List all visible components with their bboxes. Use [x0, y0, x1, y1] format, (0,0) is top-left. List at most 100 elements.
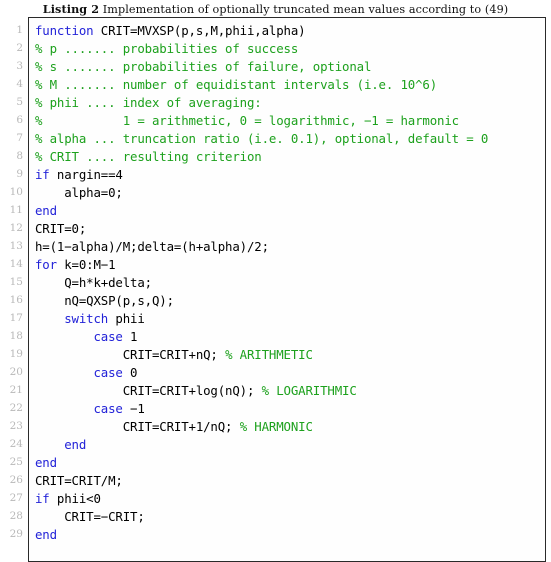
line-number: 20 [9, 366, 23, 378]
code-keyword: end [64, 437, 87, 452]
line-number: 12 [9, 222, 23, 234]
line-number: 22 [9, 402, 23, 414]
code-line: % s ....... probabilities of failure, op… [35, 58, 545, 76]
code-comment: % phii .... index of averaging: [35, 95, 262, 110]
code-keyword: function [35, 23, 94, 38]
line-number: 3 [16, 60, 23, 72]
code-comment: % alpha ... truncation ratio (i.e. 0.1),… [35, 131, 489, 146]
code-text: h=(1−alpha)/M;delta=(h+alpha)/2; [35, 239, 269, 254]
code-comment: % ARITHMETIC [225, 347, 313, 362]
code-text: −1 [122, 401, 145, 416]
code-line: end [35, 526, 545, 544]
code-text: Q=h*k+delta; [35, 275, 152, 290]
code-keyword: end [35, 203, 57, 218]
code-text: CRIT=CRIT+1/nQ; [35, 419, 240, 434]
code-comment: % s ....... probabilities of failure, op… [35, 59, 372, 74]
code-line: % alpha ... truncation ratio (i.e. 0.1),… [35, 130, 545, 148]
line-number: 10 [9, 186, 23, 198]
code-text: CRIT=−CRIT; [35, 509, 145, 524]
code-keyword: end [35, 527, 57, 542]
code-line: if nargin==4 [35, 166, 545, 184]
code-text: 1 [122, 329, 138, 344]
line-number: 27 [9, 492, 23, 504]
code-line: % phii .... index of averaging: [35, 94, 545, 112]
code-line: h=(1−alpha)/M;delta=(h+alpha)/2; [35, 238, 545, 256]
code-line: case 0 [35, 364, 545, 382]
line-number: 18 [9, 330, 23, 342]
code-line: CRIT=CRIT+log(nQ); % LOGARITHMIC [35, 382, 545, 400]
line-number: 26 [9, 474, 23, 486]
code-text: CRIT=CRIT+log(nQ); [35, 383, 262, 398]
code-line: Q=h*k+delta; [35, 274, 545, 292]
line-number: 19 [9, 348, 23, 360]
line-number: 28 [9, 510, 23, 522]
line-number: 21 [9, 384, 23, 396]
line-number: 17 [9, 312, 23, 324]
code-comment: % p ....... probabilities of success [35, 41, 299, 56]
code-text: alpha=0; [35, 185, 123, 200]
code-text: CRIT=MVXSP(p,s,M,phii,alpha) [93, 23, 306, 38]
line-number: 24 [9, 438, 23, 450]
line-number: 16 [9, 294, 23, 306]
listing-caption-text: Implementation of optionally truncated m… [102, 3, 509, 16]
code-line: end [35, 436, 545, 454]
code-line: for k=0:M−1 [35, 256, 545, 274]
code-text: CRIT=0; [35, 221, 87, 236]
code-line: end [35, 454, 545, 472]
code-line: CRIT=CRIT/M; [35, 472, 545, 490]
code-text: phii [108, 311, 145, 326]
code-keyword: if [35, 167, 50, 182]
code-keyword: if [35, 491, 50, 506]
line-number: 6 [16, 114, 23, 126]
code-text: CRIT=CRIT/M; [35, 473, 123, 488]
line-number: 25 [9, 456, 23, 468]
line-number: 29 [9, 528, 23, 540]
code-line: CRIT=−CRIT; [35, 508, 545, 526]
code-text: nQ=QXSP(p,s,Q); [35, 293, 174, 308]
code-comment: % 1 = arithmetic, 0 = logarithmic, −1 = … [35, 113, 459, 128]
code-frame: function CRIT=MVXSP(p,s,M,phii,alpha) % p… [28, 17, 546, 562]
code-text: 0 [122, 365, 138, 380]
code-keyword: case [93, 329, 123, 344]
code-text: nargin==4 [49, 167, 123, 182]
code-line: CRIT=0; [35, 220, 545, 238]
code-keyword: case [93, 365, 123, 380]
line-number: 11 [9, 204, 23, 216]
code-text: k=0:M−1 [56, 257, 116, 272]
code-listing-figure: Listing 2 Implementation of optionally t… [0, 0, 551, 562]
code-keyword: for [35, 257, 57, 272]
line-number: 14 [9, 258, 23, 270]
line-number: 7 [16, 132, 23, 144]
line-number: 15 [9, 276, 23, 288]
code-line: CRIT=CRIT+nQ; % ARITHMETIC [35, 346, 545, 364]
line-number: 13 [9, 240, 23, 252]
listing-body: 1 2 3 4 5 6 7 8 9 10 11 12 13 14 15 16 17 18 19 20 21 22 23 24 2… [0, 17, 551, 562]
line-number: 2 [16, 42, 23, 54]
code-line: % CRIT .... resulting criterion [35, 148, 545, 166]
code-text: CRIT=CRIT+nQ; [35, 347, 226, 362]
code-comment: % HARMONIC [239, 419, 313, 434]
code-line: nQ=QXSP(p,s,Q); [35, 292, 545, 310]
code-line: % M ....... number of equidistant interv… [35, 76, 545, 94]
line-number: 4 [16, 78, 23, 90]
line-number: 5 [16, 96, 23, 108]
line-number: 9 [16, 168, 23, 180]
code-line: case −1 [35, 400, 545, 418]
code-line: if phii<0 [35, 490, 545, 508]
code-line: CRIT=CRIT+1/nQ; % HARMONIC [35, 418, 545, 436]
line-number: 8 [16, 150, 23, 162]
line-number-gutter: 1 2 3 4 5 6 7 8 9 10 11 12 13 14 15 16 17 18 19 20 21 22 23 24 2… [0, 17, 28, 562]
code-line: alpha=0; [35, 184, 545, 202]
code-line: % 1 = arithmetic, 0 = logarithmic, −1 = … [35, 112, 545, 130]
code-comment: % LOGARITHMIC [261, 383, 357, 398]
code-comment: % M ....... number of equidistant interv… [35, 77, 438, 92]
code-comment: % CRIT .... resulting criterion [35, 149, 262, 164]
code-text: phii<0 [49, 491, 101, 506]
code-line: % p ....... probabilities of success [35, 40, 545, 58]
line-number: 23 [9, 420, 23, 432]
code-keyword: case [93, 401, 123, 416]
